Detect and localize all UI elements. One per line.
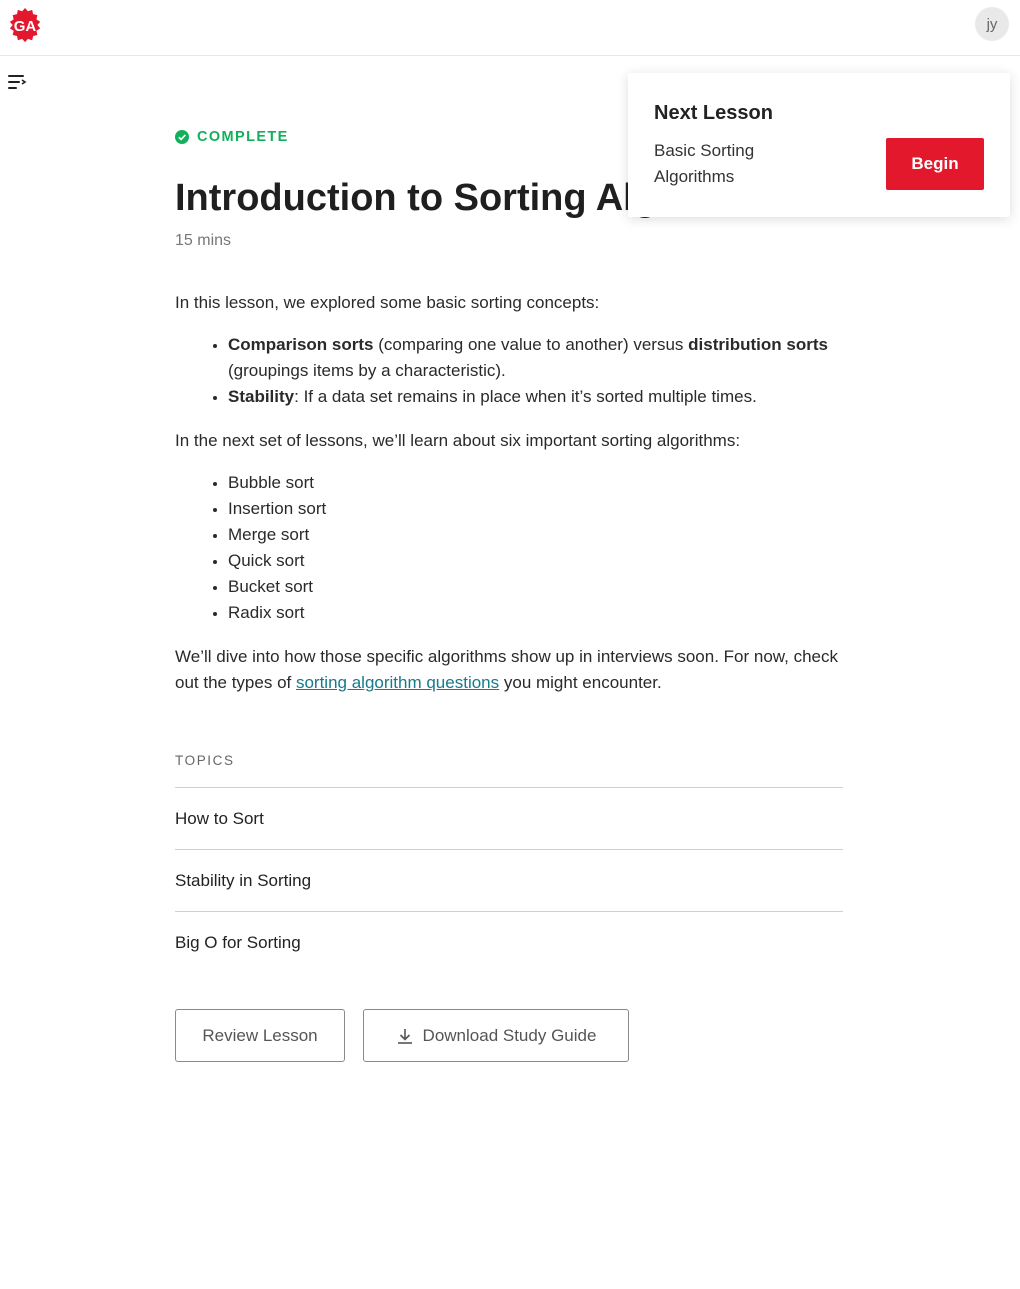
- topics-heading: TOPICS: [175, 753, 235, 768]
- lesson-actions: Review Lesson Download Study Guide: [175, 1009, 843, 1062]
- next-lesson-heading: Next Lesson: [654, 102, 773, 124]
- list-item: Quick sort: [228, 548, 843, 574]
- list-item: Radix sort: [228, 600, 843, 626]
- concepts-list: Comparison sorts (comparing one value to…: [228, 332, 843, 410]
- user-avatar[interactable]: jy: [975, 7, 1009, 41]
- topic-how-to-sort[interactable]: How to Sort: [175, 788, 843, 850]
- next-set-paragraph: In the next set of lessons, we’ll learn …: [175, 431, 741, 450]
- next-lesson-card: Next Lesson Basic Sorting Algorithms Beg…: [628, 73, 1010, 217]
- list-item: Bucket sort: [228, 574, 843, 600]
- download-study-guide-button[interactable]: Download Study Guide: [363, 1009, 629, 1062]
- check-circle-icon: [175, 130, 189, 144]
- algorithms-list: Bubble sort Insertion sort Merge sort Qu…: [228, 470, 843, 626]
- list-item: Stability: If a data set remains in plac…: [228, 384, 843, 410]
- topics-list: How to Sort Stability in Sorting Big O f…: [175, 787, 843, 974]
- top-bar: GA jy: [0, 0, 1020, 56]
- status-badge: COMPLETE: [197, 129, 289, 145]
- list-item: Bubble sort: [228, 470, 843, 496]
- list-item: Merge sort: [228, 522, 843, 548]
- topic-big-o-for-sorting[interactable]: Big O for Sorting: [175, 912, 843, 974]
- closing-paragraph: We’ll dive into how those specific algor…: [175, 647, 838, 692]
- review-lesson-button[interactable]: Review Lesson: [175, 1009, 345, 1062]
- topic-stability-in-sorting[interactable]: Stability in Sorting: [175, 850, 843, 912]
- lesson-content: COMPLETE Introduction to Sorting Algorit…: [175, 120, 843, 1062]
- begin-button[interactable]: Begin: [886, 138, 984, 190]
- download-icon: [397, 1028, 412, 1044]
- list-item: Comparison sorts (comparing one value to…: [228, 332, 843, 384]
- sorting-questions-link[interactable]: sorting algorithm questions: [296, 673, 499, 692]
- next-lesson-title: Basic Sorting Algorithms: [654, 141, 755, 186]
- intro-paragraph: In this lesson, we explored some basic s…: [175, 293, 600, 312]
- svg-text:GA: GA: [14, 18, 37, 35]
- ga-logo[interactable]: GA: [7, 7, 43, 43]
- lesson-duration: 15 mins: [175, 232, 232, 249]
- list-item: Insertion sort: [228, 496, 843, 522]
- sidebar-toggle-icon[interactable]: [7, 73, 27, 91]
